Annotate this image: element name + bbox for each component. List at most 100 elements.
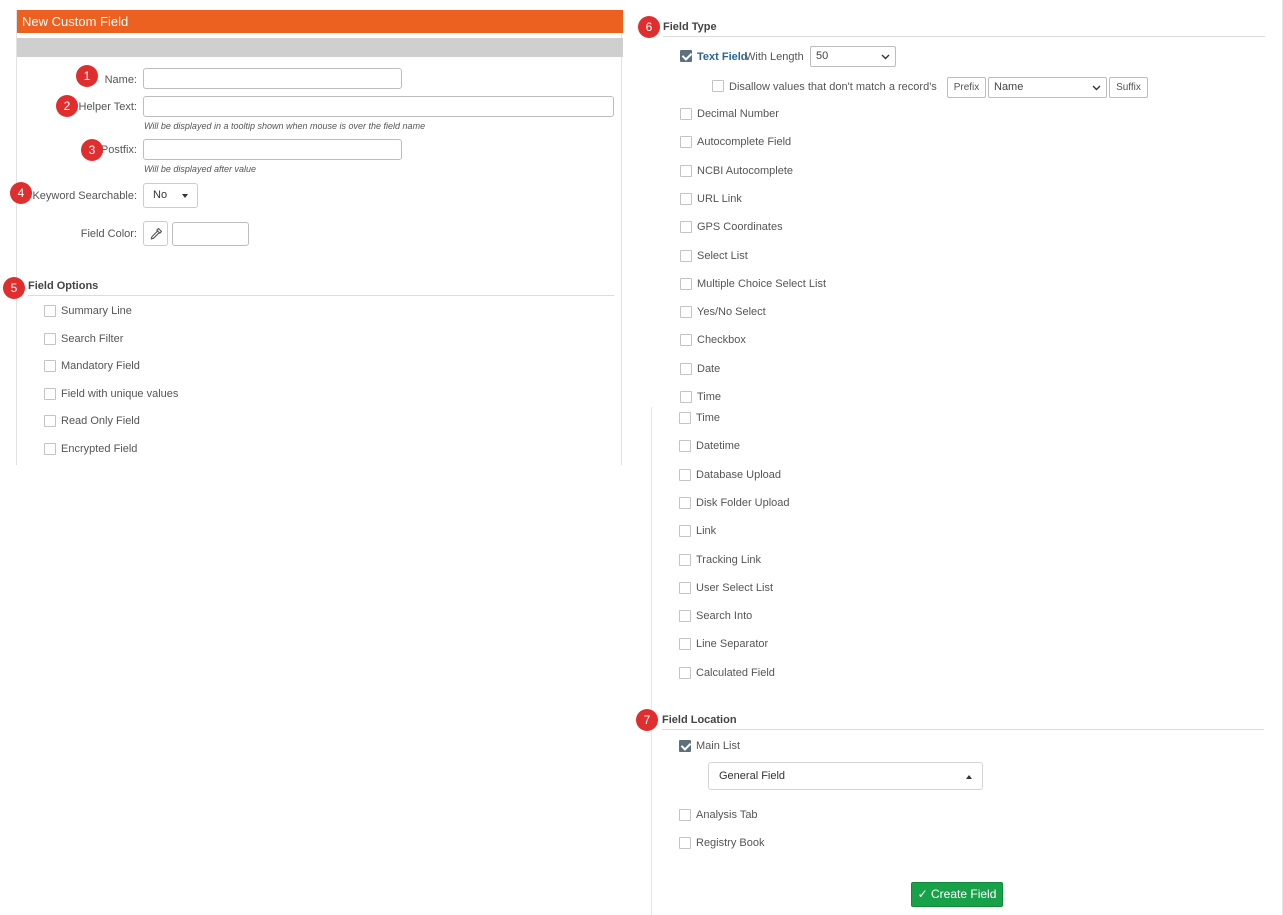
type-label: Link: [696, 525, 717, 537]
eyedropper-icon: [150, 227, 163, 240]
unique-values-checkbox[interactable]: [44, 388, 56, 400]
text-field-checkbox[interactable]: [680, 50, 692, 62]
keyword-searchable-select[interactable]: No: [143, 183, 198, 208]
search-filter-checkbox[interactable]: [44, 333, 56, 345]
option-label: Search Filter: [61, 333, 124, 345]
type-label: Multiple Choice Select List: [697, 278, 827, 290]
main-list-checkbox[interactable]: [679, 740, 691, 752]
option-label: Summary Line: [61, 305, 132, 317]
encrypted-checkbox[interactable]: [44, 443, 56, 455]
mandatory-field-checkbox[interactable]: [44, 360, 56, 372]
type-label: Line Separator: [696, 638, 769, 650]
decimal-number-checkbox[interactable]: [680, 108, 692, 120]
line-separator-checkbox[interactable]: [679, 638, 691, 650]
url-link-checkbox[interactable]: [680, 193, 692, 205]
summary-line-checkbox[interactable]: [44, 305, 56, 317]
caret-up-icon: [966, 775, 972, 779]
date-checkbox[interactable]: [680, 363, 692, 375]
helper-text-input[interactable]: [143, 96, 614, 117]
marker-5: 5: [3, 277, 25, 299]
ncbi-autocomplete-checkbox[interactable]: [680, 165, 692, 177]
location-value: General Field: [719, 770, 786, 782]
autocomplete-field-checkbox[interactable]: [680, 136, 692, 148]
postfix-input[interactable]: [143, 139, 402, 160]
marker-6: 6: [638, 16, 660, 38]
keyword-searchable-value: No: [153, 189, 168, 201]
registry-book-checkbox[interactable]: [679, 837, 691, 849]
type-label: Decimal Number: [697, 108, 779, 120]
color-picker-button[interactable]: [143, 221, 168, 246]
prefix-input[interactable]: Prefix: [947, 77, 986, 98]
helper-text-hint: Will be displayed in a tooltip shown whe…: [144, 121, 426, 131]
record-field-value: Name: [994, 81, 1024, 93]
database-upload-checkbox[interactable]: [679, 469, 691, 481]
panel-title: New Custom Field: [17, 10, 623, 33]
option-label: Mandatory Field: [61, 360, 140, 372]
record-field-select[interactable]: Name: [988, 77, 1107, 98]
field-type-title: Field Type: [663, 21, 717, 33]
link-checkbox[interactable]: [679, 525, 691, 537]
field-location-title: Field Location: [662, 714, 737, 726]
type-label: NCBI Autocomplete: [697, 165, 793, 177]
type-label: URL Link: [697, 193, 742, 205]
field-options-title: Field Options: [28, 280, 99, 292]
type-label: Calculated Field: [696, 667, 775, 679]
type-label: Autocomplete Field: [697, 136, 792, 148]
user-select-list-checkbox[interactable]: [679, 582, 691, 594]
field-color-input[interactable]: [172, 222, 249, 246]
type-label: Search Into: [696, 610, 753, 622]
marker-1: 1: [76, 65, 98, 87]
create-field-button[interactable]: ✓ Create Field: [911, 882, 1003, 907]
name-input[interactable]: [143, 68, 402, 89]
type-label: GPS Coordinates: [697, 221, 783, 233]
chevron-down-icon: [1092, 85, 1101, 91]
suffix-input[interactable]: Suffix: [1109, 77, 1148, 98]
check-icon: ✓: [917, 887, 928, 901]
type-label: Checkbox: [697, 334, 746, 346]
type-label: Select List: [697, 250, 748, 262]
read-only-checkbox[interactable]: [44, 415, 56, 427]
type-label: Time: [697, 391, 722, 403]
checkbox-type-checkbox[interactable]: [680, 334, 692, 346]
type-label: Datetime: [696, 440, 741, 452]
type-label: Database Upload: [696, 469, 782, 481]
tracking-link-checkbox[interactable]: [679, 554, 691, 566]
panel-subheader-bar: [17, 38, 623, 57]
disallow-checkbox[interactable]: [712, 80, 724, 92]
type-label: Disk Folder Upload: [696, 497, 790, 509]
calculated-field-checkbox[interactable]: [679, 667, 691, 679]
search-into-checkbox[interactable]: [679, 610, 691, 622]
type-label: Date: [697, 363, 721, 375]
caret-down-icon: [182, 194, 188, 198]
time-checkbox[interactable]: [679, 412, 691, 424]
select-list-checkbox[interactable]: [680, 250, 692, 262]
main-list-location-select[interactable]: General Field: [708, 762, 983, 790]
create-field-label: Create Field: [931, 887, 997, 901]
disk-folder-upload-checkbox[interactable]: [679, 497, 691, 509]
time-checkbox[interactable]: [680, 391, 692, 403]
postfix-hint: Will be displayed after value: [144, 164, 256, 174]
keyword-searchable-label: Keyword Searchable:: [32, 190, 137, 202]
marker-3: 3: [81, 139, 103, 161]
field-options-divider: [28, 295, 614, 296]
marker-7: 7: [636, 709, 658, 731]
analysis-tab-checkbox[interactable]: [679, 809, 691, 821]
datetime-checkbox[interactable]: [679, 440, 691, 452]
yes-no-select-checkbox[interactable]: [680, 306, 692, 318]
location-label: Analysis Tab: [696, 809, 758, 821]
gps-coordinates-checkbox[interactable]: [680, 221, 692, 233]
location-label: Main List: [696, 740, 741, 752]
length-select[interactable]: 50: [810, 46, 896, 67]
option-label: Field with unique values: [61, 388, 179, 400]
with-length-label: With Length: [745, 51, 804, 63]
marker-4: 4: [10, 182, 32, 204]
multiple-choice-checkbox[interactable]: [680, 278, 692, 290]
type-label: Tracking Link: [696, 554, 762, 566]
disallow-label: Disallow values that don't match a recor…: [729, 81, 937, 93]
option-label: Read Only Field: [61, 415, 140, 427]
marker-2: 2: [56, 95, 78, 117]
type-label: Yes/No Select: [697, 306, 766, 318]
type-label: Time: [696, 412, 721, 424]
type-label: User Select List: [696, 582, 774, 594]
length-value: 50: [816, 50, 829, 62]
